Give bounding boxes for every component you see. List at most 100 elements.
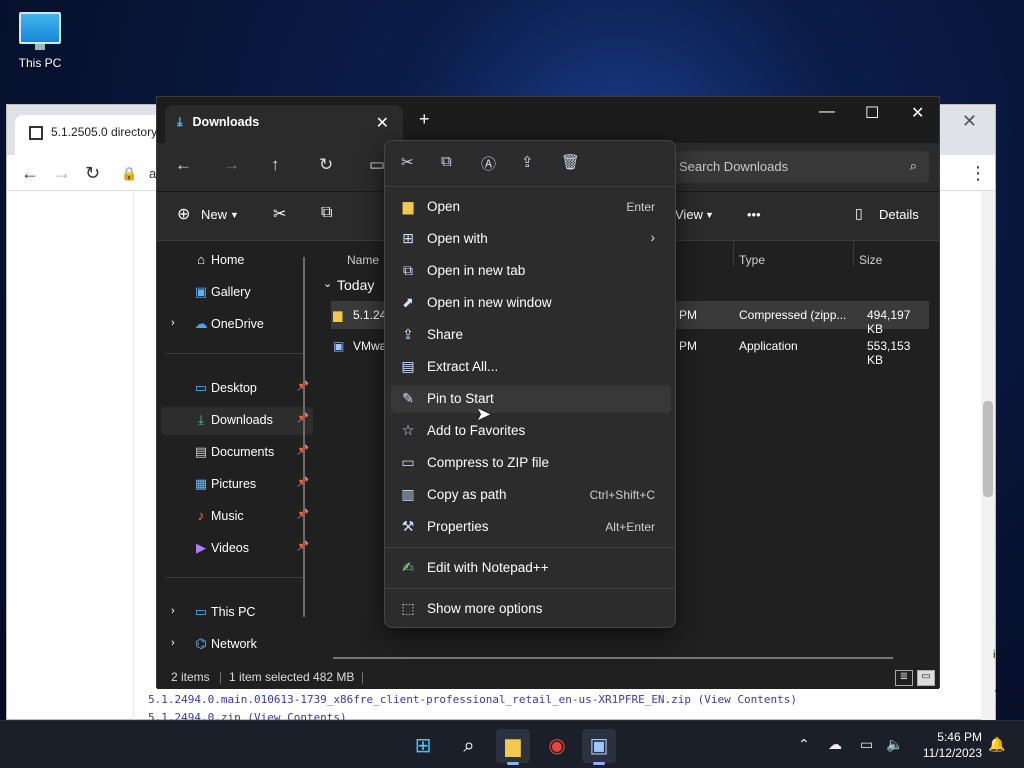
- nav-scrollbar[interactable]: [303, 257, 305, 617]
- share-icon[interactable]: ⇪: [521, 153, 534, 171]
- more-options-button[interactable]: •••: [747, 207, 761, 222]
- this-pc-desktop-icon[interactable]: This PC: [12, 8, 68, 78]
- application-icon: ▣: [333, 339, 345, 353]
- tiles-view-icon[interactable]: ▭: [917, 670, 935, 686]
- expand-chevron-icon[interactable]: ›: [171, 317, 175, 329]
- menu-item-compress-zip[interactable]: ▭ Compress to ZIP file: [391, 449, 671, 477]
- file-name: 5.1.24: [353, 308, 387, 322]
- mouse-cursor-icon: ➤: [476, 404, 492, 424]
- rename-icon[interactable]: Ⓐ: [481, 153, 496, 174]
- volume-icon[interactable]: 🔈: [886, 736, 903, 753]
- view-button[interactable]: View: [675, 207, 703, 222]
- menu-item-extract-all[interactable]: ▤ Extract All...: [391, 353, 671, 381]
- menu-shortcut: Ctrl+Shift+C: [589, 488, 655, 502]
- browser-close-icon[interactable]: ✕: [962, 111, 977, 132]
- network-tray-icon[interactable]: ▭: [860, 736, 873, 753]
- menu-item-open-with[interactable]: ⊞ Open with ›: [391, 225, 671, 253]
- nav-item-home[interactable]: ⌂ Home: [161, 247, 313, 275]
- downloads-icon: ⤓: [198, 412, 204, 427]
- back-icon[interactable]: ←: [21, 163, 39, 184]
- menu-item-notepadpp[interactable]: ✍ Edit with Notepad++: [391, 554, 671, 582]
- horizontal-scrollbar[interactable]: [333, 657, 893, 659]
- back-icon[interactable]: ←: [175, 155, 192, 175]
- nav-item-onedrive[interactable]: › ☁ OneDrive: [161, 311, 313, 339]
- new-tab-icon[interactable]: +: [419, 109, 430, 130]
- search-icon[interactable]: ⌕: [452, 729, 486, 763]
- nav-item-desktop[interactable]: ▭Desktop📌: [161, 375, 313, 403]
- menu-item-properties[interactable]: ⚒ Properties Alt+Enter: [391, 513, 671, 541]
- menu-item-open-new-window[interactable]: ⬈ Open in new window: [391, 289, 671, 317]
- reload-icon[interactable]: ↻: [85, 163, 100, 184]
- browser-menu-icon[interactable]: ⋮: [969, 163, 987, 184]
- menu-item-copy-as-path[interactable]: ▥ Copy as path Ctrl+Shift+C: [391, 481, 671, 509]
- more-options-icon: ⬚: [401, 600, 415, 616]
- taskbar: ⊞ ⌕ ▆ ◉ ▣ ⌃ ☁ ▭ 🔈 5:46 PM 11/12/2023 🔔: [0, 720, 1024, 768]
- cut-icon[interactable]: ✂: [273, 204, 286, 224]
- nav-item-this-pc[interactable]: › ▭ This PC: [161, 599, 313, 627]
- menu-item-open[interactable]: ▆ Open Enter: [391, 193, 671, 221]
- forward-icon[interactable]: →: [53, 163, 71, 184]
- nav-item-gallery[interactable]: ▣ Gallery: [161, 279, 313, 307]
- nav-item-music[interactable]: ♪Music📌: [161, 503, 313, 531]
- up-icon[interactable]: ↑: [271, 155, 280, 175]
- column-header-size[interactable]: Size: [859, 253, 882, 267]
- breadcrumb-icon[interactable]: ▭: [369, 155, 385, 175]
- nav-label: This PC: [211, 605, 256, 619]
- start-icon[interactable]: ⊞: [406, 729, 440, 763]
- delete-icon[interactable]: 🗑: [561, 153, 580, 171]
- clock[interactable]: 5:46 PM 11/12/2023: [923, 729, 982, 761]
- browser-tab-title: 5.1.2505.0 directory: [51, 125, 158, 139]
- desktop-folder-icon: ▭: [194, 380, 208, 395]
- expand-chevron-icon[interactable]: ›: [171, 605, 175, 617]
- nav-item-documents[interactable]: ▤Documents📌: [161, 439, 313, 467]
- menu-label: Open: [427, 199, 461, 214]
- remote-desktop-icon[interactable]: ▣: [582, 729, 616, 765]
- browser-scrollbar[interactable]: [981, 191, 995, 721]
- status-bar: 2 items | 1 item selected 482 MB | ≣ ▭: [157, 665, 939, 689]
- menu-item-pin-to-start[interactable]: ✎ Pin to Start: [391, 385, 671, 413]
- menu-label: Edit with Notepad++: [427, 560, 549, 575]
- column-header-name[interactable]: Name: [347, 253, 379, 267]
- nav-item-videos[interactable]: ▶Videos📌: [161, 535, 313, 563]
- open-folder-icon: ▆: [402, 198, 414, 214]
- monitor-icon: [19, 12, 61, 50]
- file-explorer-icon[interactable]: ▆: [496, 729, 530, 765]
- copy-icon[interactable]: ⧉: [321, 204, 332, 222]
- details-pane-icon[interactable]: ▯: [855, 205, 863, 222]
- notification-bell-icon[interactable]: 🔔: [988, 736, 1005, 753]
- details-button[interactable]: Details: [879, 207, 919, 222]
- chevron-up-icon[interactable]: ⌃: [798, 736, 810, 753]
- search-input[interactable]: Search Downloads ⌕: [667, 151, 929, 183]
- forward-icon[interactable]: →: [223, 155, 240, 175]
- minimize-icon[interactable]: —: [819, 103, 835, 121]
- download-link[interactable]: 5.1.2494.0.main.010613-1739_x86fre_clien…: [148, 693, 797, 706]
- onedrive-tray-icon[interactable]: ☁: [828, 736, 842, 753]
- menu-item-share[interactable]: ⇪ Share: [391, 321, 671, 349]
- close-window-icon[interactable]: ✕: [911, 103, 924, 123]
- nav-item-downloads[interactable]: ⤓Downloads📌: [161, 407, 313, 435]
- extract-icon: ▤: [401, 358, 415, 374]
- nav-item-pictures[interactable]: ▦Pictures📌: [161, 471, 313, 499]
- menu-item-show-more-options[interactable]: ⬚ Show more options: [391, 595, 671, 623]
- chrome-icon[interactable]: ◉: [540, 729, 574, 763]
- downloads-tab[interactable]: ⤓ Downloads ✕: [165, 105, 403, 143]
- tab-title: Downloads: [192, 115, 260, 129]
- copy-icon[interactable]: ⧉: [441, 153, 452, 170]
- maximize-icon[interactable]: ☐: [865, 103, 879, 123]
- column-header-type[interactable]: Type: [739, 253, 765, 267]
- close-tab-icon[interactable]: ✕: [376, 113, 389, 133]
- nav-item-network[interactable]: › ⌬ Network: [161, 631, 313, 659]
- browser-tab[interactable]: 5.1.2505.0 directory: [15, 115, 175, 155]
- new-icon[interactable]: ⊕: [177, 204, 190, 224]
- cut-icon[interactable]: ✂: [401, 153, 414, 171]
- collapse-group-icon[interactable]: ⌄: [323, 277, 332, 290]
- expand-chevron-icon[interactable]: ›: [171, 637, 175, 649]
- refresh-icon[interactable]: ↻: [319, 155, 333, 175]
- nav-label: Home: [211, 253, 245, 267]
- status-divider: |: [219, 670, 223, 684]
- menu-item-open-new-tab[interactable]: ⧉ Open in new tab: [391, 257, 671, 285]
- new-button[interactable]: New: [201, 207, 227, 222]
- menu-item-add-favorites[interactable]: ☆ Add to Favorites: [391, 417, 671, 445]
- scrollbar-thumb[interactable]: [983, 401, 993, 497]
- details-view-icon[interactable]: ≣: [895, 670, 913, 686]
